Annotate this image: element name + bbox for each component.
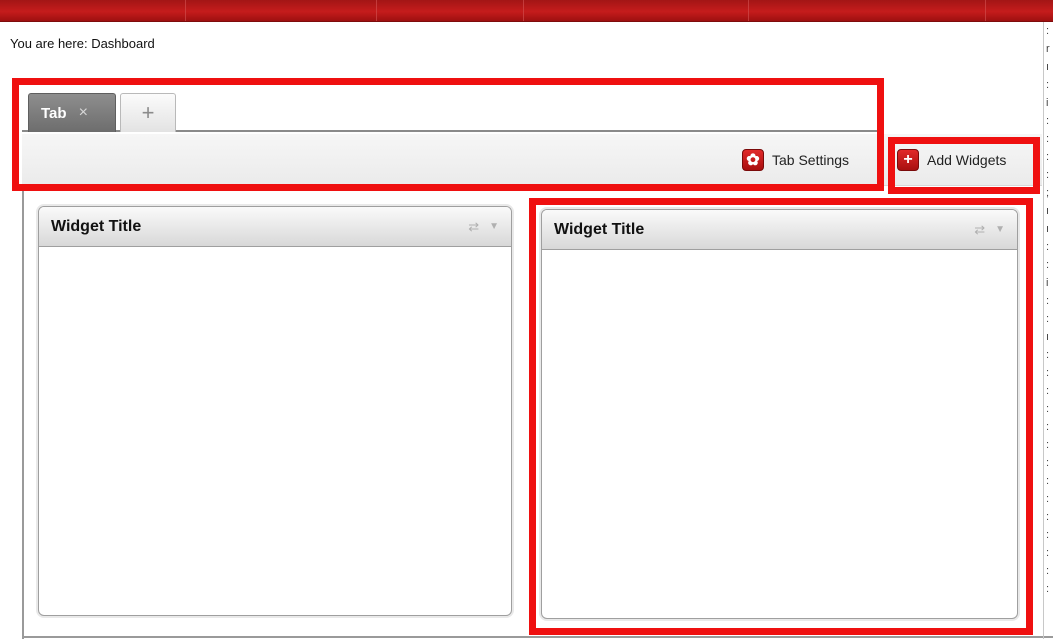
chevron-down-icon[interactable]: ▼: [995, 224, 1005, 235]
gear-icon: ✿: [742, 149, 764, 171]
add-widgets-button[interactable]: + Add Widgets: [897, 149, 1006, 171]
widget-2: Widget Title ⇄ ▼: [541, 209, 1018, 619]
tab-toolbar: ✿ Tab Settings + Add Widgets: [22, 134, 1042, 186]
chevron-down-icon[interactable]: ▼: [489, 221, 499, 232]
header-divider: [185, 0, 186, 21]
tab-strip: Tab × +: [22, 88, 877, 132]
plus-icon: +: [897, 149, 919, 171]
widget-controls: ⇄ ▼: [974, 222, 1005, 238]
tab-settings-button[interactable]: ✿ Tab Settings: [742, 149, 849, 171]
widget-title: Widget Title: [554, 220, 645, 238]
tab-active[interactable]: Tab ×: [28, 93, 116, 132]
breadcrumb: You are here: Dashboard: [10, 36, 155, 51]
close-tab-icon[interactable]: ×: [79, 104, 88, 122]
widget-1: Widget Title ⇄ ▼: [38, 206, 512, 616]
refresh-icon[interactable]: ⇄: [974, 222, 985, 238]
header-divider: [376, 0, 377, 21]
widget-controls: ⇄ ▼: [468, 219, 499, 235]
header-divider: [985, 0, 986, 21]
tab-settings-label: Tab Settings: [772, 152, 850, 168]
header-divider: [748, 0, 749, 21]
widget-header[interactable]: Widget Title ⇄ ▼: [39, 207, 511, 247]
widget-title: Widget Title: [51, 217, 142, 235]
clipped-side-column: :rı:i::: :; ı ı:: i: :ı:::::: ::::::::: [1043, 22, 1053, 639]
tab-label: Tab: [41, 104, 67, 122]
top-header-bar: [0, 0, 1053, 22]
content-frame-left: [22, 186, 24, 639]
dashboard-screen: You are here: Dashboard Tab × + ✿ Tab Se…: [0, 0, 1053, 639]
add-widgets-label: Add Widgets: [927, 152, 1007, 168]
widget-header[interactable]: Widget Title ⇄ ▼: [542, 210, 1017, 250]
add-tab-button[interactable]: +: [120, 93, 176, 132]
header-divider: [523, 0, 524, 21]
refresh-icon[interactable]: ⇄: [468, 219, 479, 235]
content-frame-bottom: [22, 636, 1053, 638]
